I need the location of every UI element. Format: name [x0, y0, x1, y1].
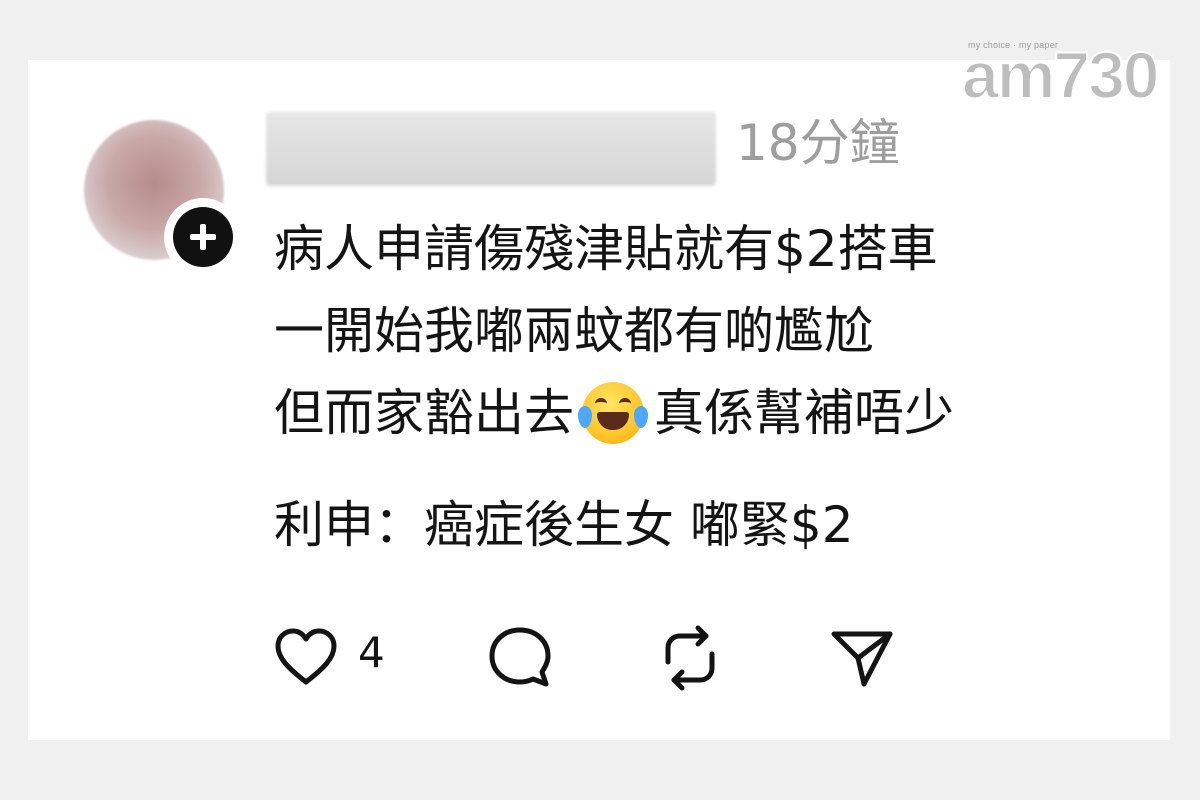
follow-button[interactable] — [164, 198, 242, 276]
laughing-with-tears-emoji — [578, 382, 648, 444]
post-line: 病人申請傷殘津貼就有$2搭車 — [274, 220, 938, 278]
comment-button[interactable] — [484, 620, 556, 696]
repost-button[interactable] — [654, 620, 726, 696]
post-timestamp: 18分鐘 — [736, 114, 900, 172]
post-line-text: 真係幫補唔少 — [654, 384, 954, 442]
watermark-brand: am730 — [961, 38, 1161, 112]
comment-icon — [489, 627, 551, 687]
share-icon — [831, 631, 893, 687]
plus-icon — [173, 207, 233, 267]
am730-watermark: my choice · my paper am730 — [961, 36, 1161, 126]
action-bar: 4 — [270, 620, 910, 696]
post-body: 病人申請傷殘津貼就有$2搭車 一開始我嘟兩蚊都有啲尷尬 但而家豁出去 真係幫補唔… — [274, 208, 1134, 566]
like-count: 4 — [358, 627, 385, 677]
post-line: 利申：癌症後生女 嘟緊$2 — [274, 496, 854, 554]
post-line-text: 但而家豁出去 — [274, 384, 574, 442]
heart-icon — [275, 628, 337, 685]
share-button[interactable] — [826, 620, 898, 696]
post-line: 但而家豁出去 真係幫補唔少 — [274, 372, 1134, 454]
username-blurred[interactable] — [266, 112, 716, 186]
repost-icon — [665, 625, 715, 691]
post-line: 一開始我嘟兩蚊都有啲尷尬 — [274, 302, 874, 360]
like-button[interactable]: 4 — [270, 620, 385, 696]
